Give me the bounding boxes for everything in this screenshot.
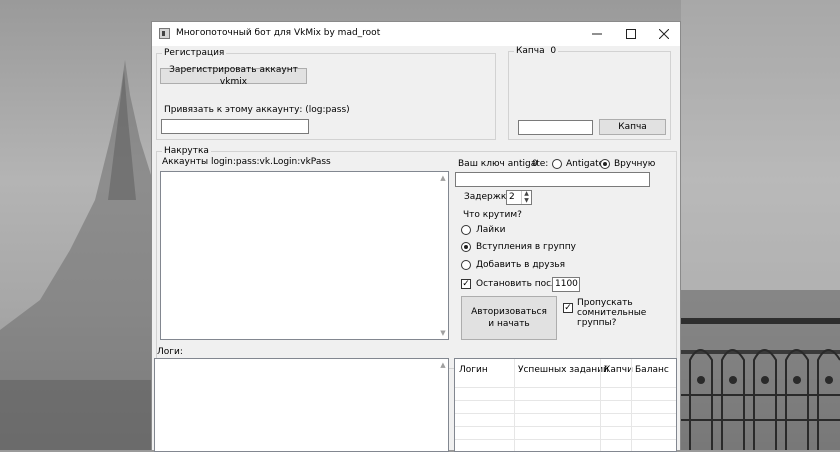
radio-manual[interactable] — [600, 159, 610, 169]
app-window: Многопоточный бот для VkMix by mad_root … — [151, 21, 681, 452]
grid-row-line — [455, 387, 676, 388]
accounts-scrollbar[interactable]: ▲ ▼ — [438, 172, 448, 339]
grid-divider — [631, 359, 632, 451]
grid-row-line — [455, 413, 676, 414]
radio-antigate[interactable] — [552, 159, 562, 169]
delay-spinner[interactable]: 2 ▲ ▼ — [506, 190, 532, 205]
logs-scroll-up-icon[interactable]: ▲ — [439, 361, 447, 369]
title-bar[interactable]: Многопоточный бот для VkMix by mad_root — [152, 22, 680, 46]
skip-groups-checkbox[interactable]: ✓ — [563, 303, 573, 313]
radio-manual-label: Вручную — [614, 159, 656, 169]
grid-row-line — [455, 439, 676, 440]
maximize-icon — [626, 29, 636, 39]
bind-account-input[interactable] — [161, 119, 309, 134]
column-login[interactable]: Логин — [459, 365, 488, 375]
logs-scrollbar[interactable]: ▲ — [438, 359, 448, 451]
grid-row-line — [455, 426, 676, 427]
radio-join-group[interactable] — [461, 242, 471, 252]
captcha-count: 0 — [550, 46, 557, 56]
radio-add-friends-label: Добавить в друзья — [476, 260, 566, 270]
close-button[interactable] — [647, 22, 681, 46]
captcha-legend: Капча 0 — [514, 46, 559, 56]
column-success[interactable]: Успешных заданий — [518, 365, 609, 375]
what-label: Что крутим? — [463, 210, 522, 220]
radio-add-friends[interactable] — [461, 260, 471, 270]
minimize-button[interactable] — [580, 22, 614, 46]
grid-row-line — [455, 400, 676, 401]
register-account-button[interactable]: Зарегистрировать аккаунт vkmix — [160, 65, 307, 87]
minimize-icon — [592, 33, 602, 35]
accounts-label: Аккаунты login:pass:vk.Login:vkPass — [162, 157, 331, 167]
grid-divider — [600, 359, 601, 451]
accounts-textarea[interactable]: ▲ ▼ — [160, 171, 449, 340]
antigate-count: 0 — [532, 159, 538, 169]
radio-antigate-label: Antigate — [566, 159, 605, 169]
stop-after-input[interactable]: 1100 — [552, 277, 580, 292]
spin-down-icon[interactable]: ▼ — [522, 197, 531, 205]
radio-likes[interactable] — [461, 225, 471, 235]
bind-account-label: Привязать к этому аккаунту: (log:pass) — [164, 105, 350, 115]
grid-divider — [514, 359, 515, 451]
skip-groups-label: Пропускать сомнительные группы? — [577, 298, 647, 328]
app-icon — [159, 28, 170, 39]
registration-legend: Регистрация — [162, 48, 227, 58]
column-captcha[interactable]: Капчи — [604, 365, 633, 375]
scroll-up-icon[interactable]: ▲ — [439, 174, 447, 182]
captcha-input[interactable] — [518, 120, 593, 135]
authorize-start-button[interactable]: Авторизоваться и начать — [461, 296, 557, 340]
close-icon — [659, 29, 669, 39]
antigate-key-input[interactable] — [455, 172, 650, 187]
maximize-button[interactable] — [614, 22, 648, 46]
radio-join-group-label: Вступления в группу — [476, 242, 576, 252]
logs-label: Логи: — [157, 347, 183, 357]
window-title: Многопоточный бот для VkMix by mad_root — [176, 28, 381, 38]
boost-legend: Накрутка — [162, 146, 211, 156]
delay-value: 2 — [509, 192, 515, 202]
delay-spin-buttons[interactable]: ▲ ▼ — [521, 191, 531, 204]
captcha-button[interactable]: Капча — [599, 119, 666, 135]
logs-textarea[interactable]: ▲ — [154, 358, 449, 452]
stop-after-checkbox[interactable]: ✓ — [461, 279, 471, 289]
scroll-down-icon[interactable]: ▼ — [439, 329, 447, 337]
column-balance[interactable]: Баланс — [635, 365, 669, 375]
accounts-stats-table[interactable]: Логин Успешных заданий Капчи Баланс — [454, 358, 677, 452]
radio-likes-label: Лайки — [476, 225, 506, 235]
